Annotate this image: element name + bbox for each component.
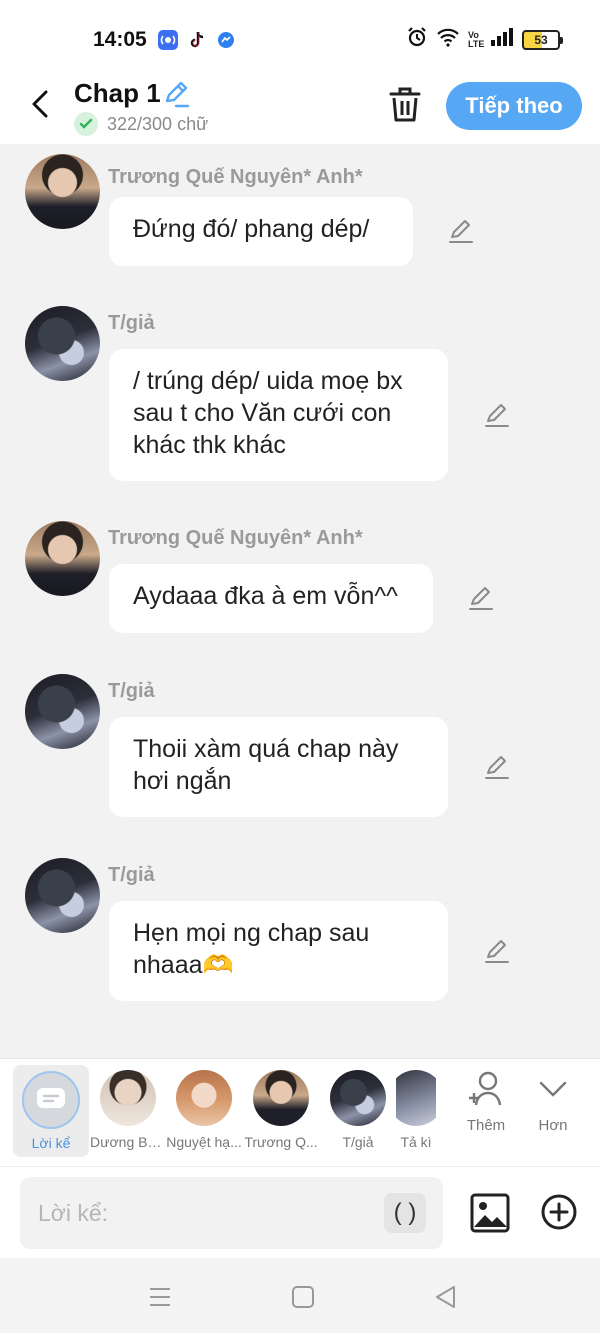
trash-icon [389, 87, 421, 122]
edit-pencil-icon[interactable] [482, 936, 512, 966]
avatar[interactable] [25, 521, 100, 596]
character-name: Nguyệt hạ... [166, 1134, 242, 1150]
edit-pencil-icon[interactable] [482, 400, 512, 430]
avatar [253, 1070, 309, 1126]
image-button[interactable] [470, 1193, 510, 1233]
message-bubble[interactable]: Thoii xàm quá chap này hơi ngắn [109, 717, 448, 817]
message-bubble[interactable]: Hẹn mọi ng chap sau nhaaa🫶 [109, 901, 448, 1001]
menu-nav-icon[interactable] [147, 1284, 173, 1310]
character-item[interactable]: Trương Q... [243, 1059, 319, 1167]
status-bar: 14:05 Vo LTE 53 [0, 0, 600, 78]
status-time: 14:05 [93, 28, 147, 51]
plus-circle-icon [541, 1194, 577, 1230]
image-icon [470, 1193, 510, 1233]
character-item[interactable]: Tả kì [396, 1059, 436, 1167]
more-button[interactable]: Hơn [523, 1071, 583, 1134]
add-character-label: Thêm [466, 1117, 506, 1134]
system-nav-bar [0, 1258, 600, 1333]
battery-indicator: 53 [522, 29, 563, 50]
chat-area: Trương Quế Nguyên* Anh* Đứng đó/ phang d… [0, 144, 600, 1058]
check-circle-icon [74, 112, 98, 136]
back-button[interactable] [22, 86, 58, 122]
avatar[interactable] [25, 858, 100, 933]
more-label: Hơn [538, 1117, 568, 1134]
tiktok-icon [187, 30, 207, 50]
avatar [176, 1070, 232, 1126]
sender-name: Trương Quế Nguyên* Anh* [108, 527, 363, 549]
alarm-icon [406, 26, 428, 53]
chapter-header: Chap 1 322/300 chữ Tiếp theo [0, 78, 600, 144]
wifi-icon [436, 27, 460, 52]
avatar [330, 1070, 386, 1126]
sender-name: Trương Quế Nguyên* Anh* [108, 166, 363, 188]
chevron-left-icon [32, 90, 48, 118]
home-nav-icon[interactable] [290, 1284, 316, 1310]
app-notification-icon [158, 30, 178, 50]
messenger-icon [216, 30, 236, 50]
sender-name: T/giả [108, 312, 155, 334]
character-name: T/giả [342, 1134, 374, 1150]
parentheses-button[interactable]: ( ) [384, 1193, 426, 1233]
avatar[interactable] [25, 306, 100, 381]
avatar [100, 1070, 156, 1126]
next-button[interactable]: Tiếp theo [446, 82, 582, 130]
add-character-button[interactable]: Thêm [456, 1071, 516, 1134]
message-bubble[interactable]: Đứng đó/ phang dép/ [109, 197, 413, 266]
narration-input[interactable] [20, 1177, 443, 1249]
character-item[interactable]: T/giả [320, 1059, 396, 1167]
character-name: Dương Bá... [90, 1134, 166, 1150]
word-count: 322/300 chữ [107, 114, 209, 134]
character-name: Lời kể [31, 1135, 71, 1151]
edit-pencil-icon[interactable] [446, 216, 476, 246]
character-selector: Lời kể Dương Bá... Nguyệt hạ... Trương Q… [0, 1058, 600, 1166]
character-item[interactable]: Nguyệt hạ... [166, 1059, 242, 1167]
add-person-icon [469, 1071, 502, 1106]
signal-icon [490, 27, 514, 52]
sender-name: T/giả [108, 864, 155, 886]
delete-button[interactable] [386, 84, 424, 124]
sender-name: T/giả [108, 680, 155, 702]
character-name: Trương Q... [244, 1134, 318, 1150]
composer: ( ) [0, 1166, 600, 1258]
avatar[interactable] [25, 674, 100, 749]
message-bubble[interactable]: / trúng dép/ uida moẹ bx sau t cho Văn c… [109, 349, 448, 481]
chapter-title: Chap 1 [74, 78, 161, 108]
avatar [396, 1070, 436, 1126]
character-item[interactable]: Dương Bá... [90, 1059, 166, 1167]
avatar[interactable] [25, 154, 100, 229]
add-button[interactable] [540, 1193, 578, 1231]
character-narration[interactable]: Lời kể [13, 1065, 89, 1157]
chevron-down-icon [539, 1081, 567, 1097]
message-bubble[interactable]: Aydaaa đka à em vỗn^^ [109, 564, 433, 633]
narration-icon [22, 1071, 80, 1129]
character-name: Tả kì [400, 1134, 432, 1150]
back-nav-icon[interactable] [433, 1284, 459, 1310]
volte-label: Vo LTE [468, 29, 485, 49]
edit-title-pencil-icon[interactable] [160, 78, 192, 110]
edit-pencil-icon[interactable] [482, 752, 512, 782]
edit-pencil-icon[interactable] [466, 583, 496, 613]
